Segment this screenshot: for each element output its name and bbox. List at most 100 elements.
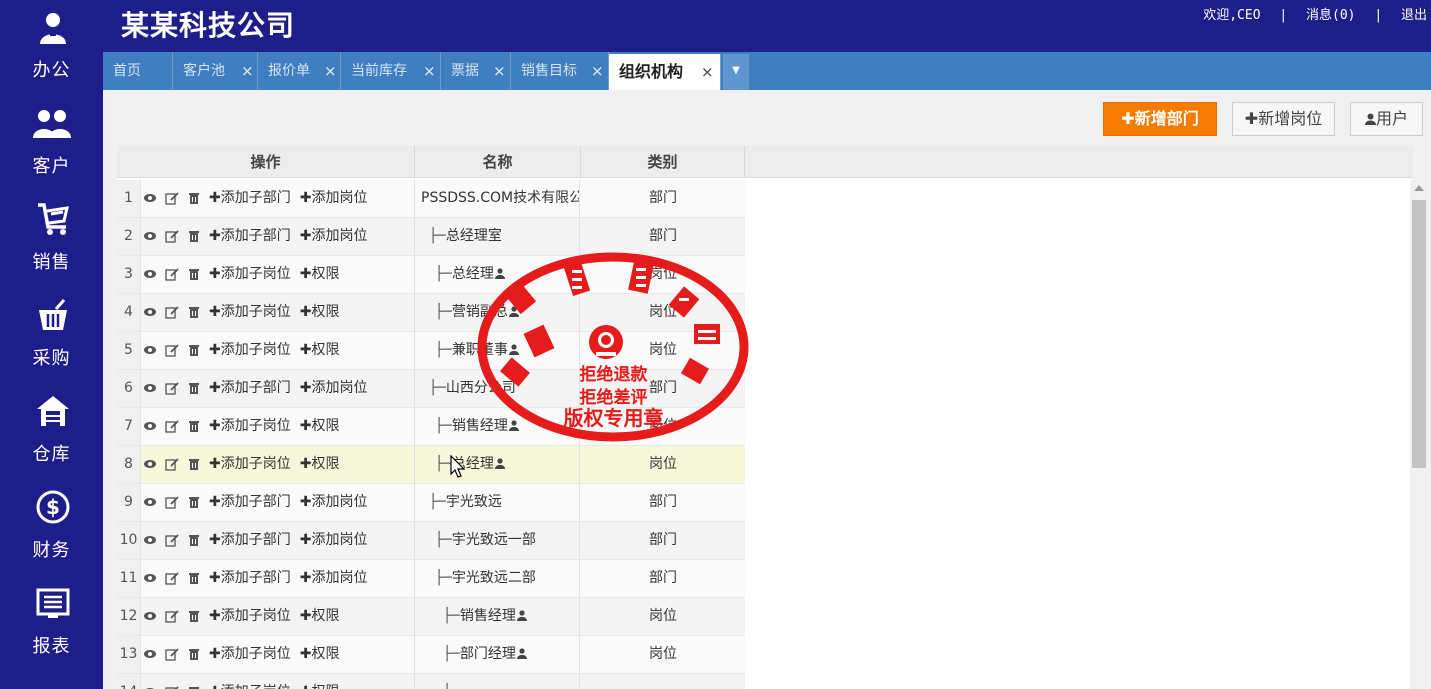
table-row[interactable]: 10 ✚添加子部门 ✚添加岗位 ├─宇光致远一部 部门 [117,522,745,560]
add-department-button[interactable]: ✚新增部门 [1103,102,1217,136]
add-child-link[interactable]: ✚添加子岗位 [209,636,291,673]
view-icon[interactable] [143,419,157,433]
add-child-link[interactable]: ✚添加子岗位 [209,256,291,293]
nav-item-purchase[interactable]: 采购 [0,292,103,388]
edit-icon[interactable] [165,685,179,689]
add-secondary-link[interactable]: ✚添加岗位 [300,218,368,255]
add-secondary-link[interactable]: ✚权限 [300,408,340,445]
tab-close-icon[interactable]: × [241,52,254,90]
add-secondary-link[interactable]: ✚添加岗位 [300,180,368,217]
edit-icon[interactable] [165,343,179,357]
table-row[interactable]: 7 ✚添加子岗位 ✚权限 ├─销售经理 岗位 [117,408,745,446]
table-row[interactable]: 2 ✚添加子部门 ✚添加岗位 ├─总经理室 部门 [117,218,745,256]
tab-customer-pool[interactable]: 客户池 × [173,52,258,90]
edit-icon[interactable] [165,267,179,281]
delete-icon[interactable] [187,495,201,509]
tab-sales-target[interactable]: 销售目标 × [511,52,609,90]
add-child-link[interactable]: ✚添加子岗位 [209,294,291,331]
delete-icon[interactable] [187,571,201,585]
view-icon[interactable] [143,685,157,689]
add-secondary-link[interactable]: ✚权限 [300,598,340,635]
nav-item-customer[interactable]: 客户 [0,100,103,196]
delete-icon[interactable] [187,381,201,395]
scroll-up-icon[interactable] [1414,185,1424,191]
col-header-name[interactable]: 名称 [415,146,581,178]
view-icon[interactable] [143,571,157,585]
table-row[interactable]: 4 ✚添加子岗位 ✚权限 ├─营销副总 岗位 [117,294,745,332]
tab-close-icon[interactable]: × [591,52,604,90]
nav-item-office[interactable]: 办公 [0,4,103,100]
tab-close-icon[interactable]: × [493,52,506,90]
tab-close-icon[interactable]: × [423,52,436,90]
delete-icon[interactable] [187,191,201,205]
delete-icon[interactable] [187,267,201,281]
add-child-link[interactable]: ✚添加子岗位 [209,332,291,369]
tab-quotation[interactable]: 报价单 × [258,52,341,90]
table-row[interactable]: 13 ✚添加子岗位 ✚权限 ├─部门经理 岗位 [117,636,745,674]
logout-link[interactable]: 退出 [1401,4,1427,23]
edit-icon[interactable] [165,305,179,319]
table-row[interactable]: 14 ✚添加子岗位 ✚权限 ├─ [117,674,745,689]
view-icon[interactable] [143,305,157,319]
table-row[interactable]: 12 ✚添加子岗位 ✚权限 ├─销售经理 岗位 [117,598,745,636]
view-icon[interactable] [143,609,157,623]
add-secondary-link[interactable]: ✚权限 [300,674,340,689]
nav-item-sales[interactable]: 销售 [0,196,103,292]
edit-icon[interactable] [165,533,179,547]
nav-item-report[interactable]: 报表 [0,580,103,676]
view-icon[interactable] [143,191,157,205]
table-row[interactable]: 5 ✚添加子岗位 ✚权限 ├─兼职董事 岗位 [117,332,745,370]
edit-icon[interactable] [165,419,179,433]
add-secondary-link[interactable]: ✚权限 [300,332,340,369]
view-icon[interactable] [143,343,157,357]
col-header-actions[interactable]: 操作 [117,146,415,178]
delete-icon[interactable] [187,305,201,319]
scroll-thumb[interactable] [1412,200,1426,468]
add-child-link[interactable]: ✚添加子部门 [209,560,291,597]
nav-item-finance[interactable]: $ 财务 [0,484,103,580]
add-child-link[interactable]: ✚添加子岗位 [209,674,291,689]
edit-icon[interactable] [165,457,179,471]
add-secondary-link[interactable]: ✚权限 [300,256,340,293]
view-icon[interactable] [143,495,157,509]
add-secondary-link[interactable]: ✚添加岗位 [300,370,368,407]
add-secondary-link[interactable]: ✚添加岗位 [300,560,368,597]
add-child-link[interactable]: ✚添加子岗位 [209,408,291,445]
edit-icon[interactable] [165,191,179,205]
view-icon[interactable] [143,457,157,471]
tab-dropdown-icon[interactable]: ▼ [723,54,749,90]
edit-icon[interactable] [165,229,179,243]
table-row[interactable]: 6 ✚添加子部门 ✚添加岗位 ├─山西分公司 部门 [117,370,745,408]
add-secondary-link[interactable]: ✚权限 [300,636,340,673]
delete-icon[interactable] [187,343,201,357]
delete-icon[interactable] [187,229,201,243]
add-child-link[interactable]: ✚添加子岗位 [209,598,291,635]
tab-organization[interactable]: 组织机构 × [609,54,721,90]
delete-icon[interactable] [187,685,201,689]
edit-icon[interactable] [165,571,179,585]
tab-close-icon[interactable]: × [324,52,337,90]
delete-icon[interactable] [187,419,201,433]
view-icon[interactable] [143,229,157,243]
view-icon[interactable] [143,381,157,395]
messages-link[interactable]: 消息(0) [1306,4,1355,23]
view-icon[interactable] [143,647,157,661]
nav-item-warehouse[interactable]: 仓库 [0,388,103,484]
table-row[interactable]: 9 ✚添加子部门 ✚添加岗位 ├─宇光致远 部门 [117,484,745,522]
col-header-type[interactable]: 类别 [581,146,745,178]
edit-icon[interactable] [165,495,179,509]
user-button[interactable]: 用户 [1350,102,1423,136]
vertical-scrollbar[interactable] [1410,180,1428,689]
edit-icon[interactable] [165,381,179,395]
tab-close-icon[interactable]: × [701,54,714,90]
view-icon[interactable] [143,533,157,547]
table-row[interactable]: 3 ✚添加子岗位 ✚权限 ├─总经理 岗位 [117,256,745,294]
view-icon[interactable] [143,267,157,281]
add-secondary-link[interactable]: ✚添加岗位 [300,484,368,521]
tab-bills[interactable]: 票据 × [441,52,511,90]
table-row[interactable]: 1 ✚添加子部门 ✚添加岗位 PSSDSS.COM技术有限公司 部门 [117,180,745,218]
add-secondary-link[interactable]: ✚添加岗位 [300,522,368,559]
add-child-link[interactable]: ✚添加子岗位 [209,446,291,483]
add-child-link[interactable]: ✚添加子部门 [209,218,291,255]
delete-icon[interactable] [187,533,201,547]
